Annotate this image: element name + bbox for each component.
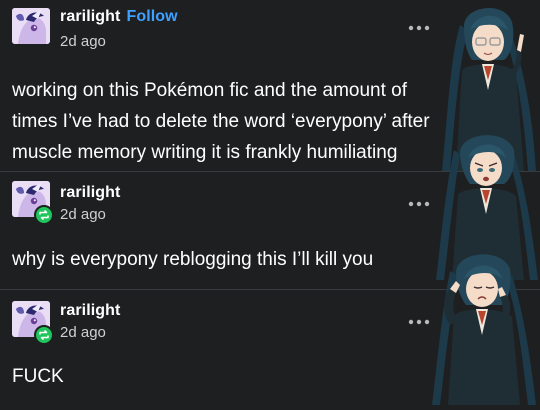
character-sprite-crying [420,245,540,405]
timestamp[interactable]: 2d ago [60,33,106,50]
reblog-icon [34,325,54,345]
avatar[interactable] [12,8,50,44]
username[interactable]: rarilight [60,302,120,320]
post-body: working on this Pokémon fic and the amou… [12,80,430,163]
timestamp[interactable]: 2d ago [60,206,106,223]
reblog-icon [34,205,54,225]
timestamp[interactable]: 2d ago [60,324,106,341]
post-body: why is everypony reblogging this I’ll ki… [12,249,374,270]
username[interactable]: rarilight [60,8,120,25]
post-body: FUCK [12,366,64,387]
username[interactable]: rarilight [60,184,120,202]
post-header: rarilight Follow [60,8,178,26]
follow-button[interactable]: Follow [126,8,177,25]
